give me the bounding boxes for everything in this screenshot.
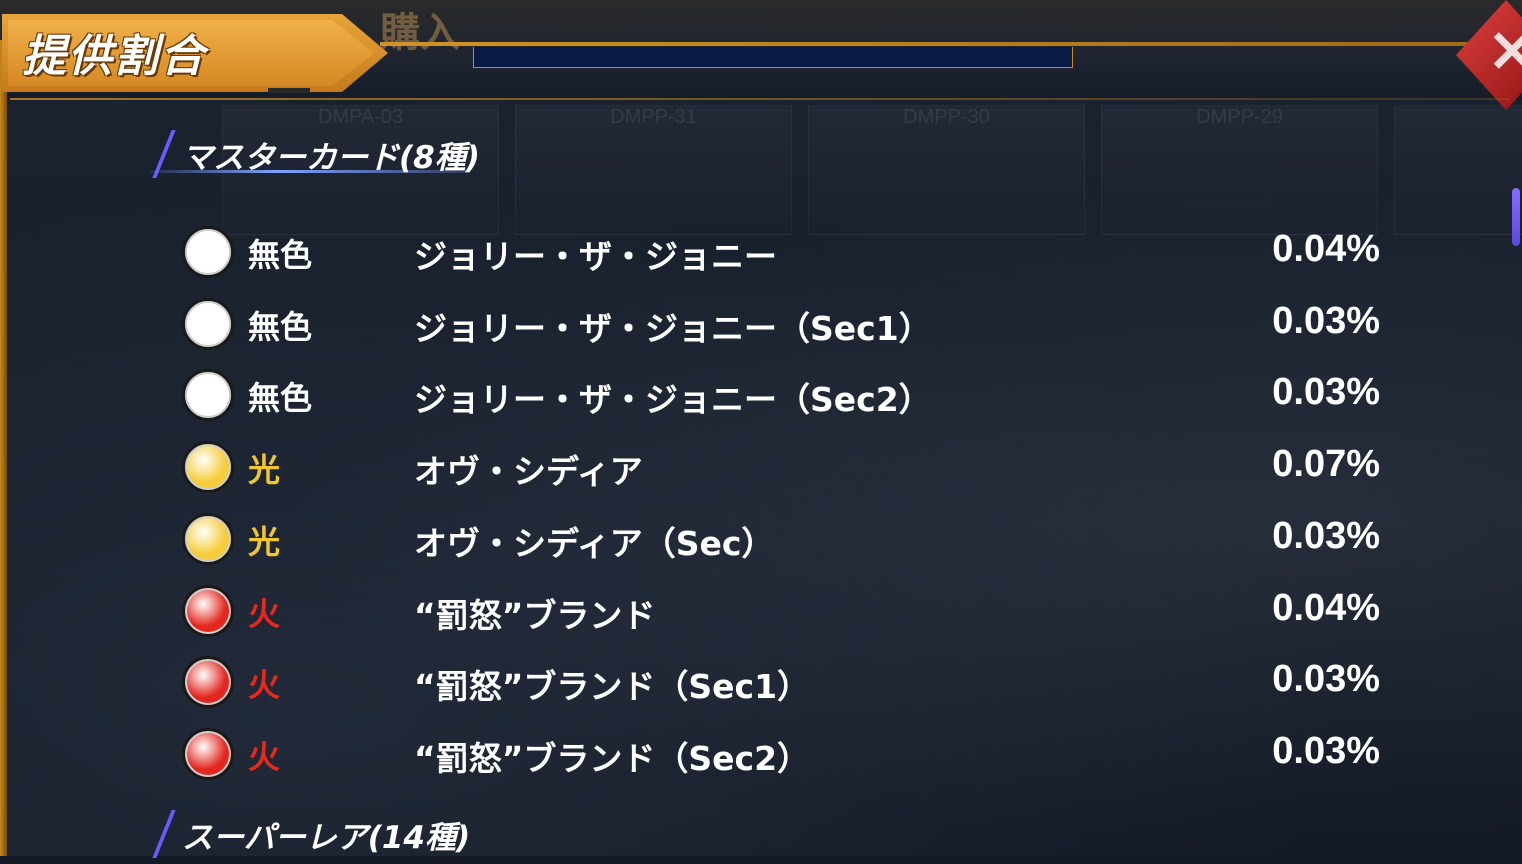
- drop-rate: 0.03%: [1272, 658, 1380, 701]
- rate-row: 光 オヴ・シディア 0.07%: [180, 437, 1400, 497]
- section-header-master: マスターカード(8種): [150, 128, 570, 184]
- section-title: スーパーレア(14種): [182, 820, 471, 856]
- drop-rate: 0.03%: [1272, 371, 1380, 414]
- civilization-label: 火: [248, 666, 281, 705]
- card-name: “罰怒”ブランド（Sec1）: [414, 667, 811, 707]
- background-box-label: DMPP-31: [610, 106, 697, 128]
- background-box: DMPP-29: [1101, 105, 1378, 235]
- fire-civilization-icon: [182, 727, 234, 780]
- civilization-label: 火: [248, 737, 281, 776]
- drop-rate: 0.03%: [1272, 514, 1380, 557]
- card-name: “罰怒”ブランド（Sec2）: [414, 738, 811, 778]
- civilization-label: 光: [248, 451, 281, 490]
- light-civilization-icon: [182, 441, 234, 494]
- colorless-civilization-icon: [182, 297, 234, 350]
- panel-frame-left: [0, 40, 7, 856]
- background-box: [1394, 105, 1522, 235]
- scrollbar-thumb[interactable]: [1512, 188, 1520, 246]
- section-slash-decoration: [152, 810, 176, 858]
- rate-row: 無色 ジョリー・ザ・ジョニー（Sec1） 0.03%: [180, 294, 1400, 354]
- civilization-label: 無色: [248, 307, 313, 346]
- panel-frame-top: [380, 42, 1470, 46]
- colorless-civilization-icon: [182, 369, 234, 422]
- rate-row: 火 “罰怒”ブランド（Sec1） 0.03%: [180, 652, 1400, 712]
- card-name: “罰怒”ブランド: [414, 595, 656, 635]
- fire-civilization-icon: [182, 584, 234, 637]
- civilization-label: 無色: [248, 379, 313, 418]
- header-divider: [10, 98, 1510, 100]
- rate-row: 火 “罰怒”ブランド 0.04%: [180, 581, 1400, 641]
- page-title: 提供割合: [22, 31, 206, 82]
- card-name: オヴ・シディア（Sec）: [414, 523, 775, 563]
- background-box-label: DMPP-29: [1196, 106, 1283, 128]
- rate-row: 無色 ジョリー・ザ・ジョニー 0.04%: [180, 222, 1400, 282]
- colorless-civilization-icon: [182, 226, 234, 278]
- card-name: ジョリー・ザ・ジョニー（Sec1）: [414, 308, 932, 348]
- background-box-label: DMPA-03: [317, 106, 404, 128]
- background-box-label: DMPP-30: [903, 106, 990, 128]
- drop-rate: 0.04%: [1272, 228, 1380, 270]
- fire-civilization-icon: [182, 656, 234, 709]
- drop-rate: 0.03%: [1272, 299, 1380, 342]
- section-title: マスターカード(8種): [182, 140, 480, 176]
- card-name: オヴ・シディア: [414, 452, 643, 492]
- background-box: DMPP-30: [808, 105, 1085, 235]
- drop-rate: 0.07%: [1272, 443, 1380, 486]
- panel-top-bar: [473, 47, 1073, 68]
- civilization-label: 光: [248, 522, 281, 561]
- drop-rate: 0.03%: [1272, 729, 1380, 772]
- card-name: ジョリー・ザ・ジョニー（Sec2）: [414, 380, 932, 420]
- card-name: ジョリー・ザ・ジョニー: [414, 237, 777, 276]
- title-decoration: [268, 88, 310, 93]
- civilization-label: 火: [248, 594, 281, 633]
- light-civilization-icon: [182, 512, 234, 565]
- close-icon: ×: [1486, 12, 1522, 85]
- civilization-label: 無色: [248, 236, 313, 274]
- rate-row: 無色 ジョリー・ザ・ジョニー（Sec2） 0.03%: [180, 365, 1400, 425]
- rate-row: 火 “罰怒”ブランド（Sec2） 0.03%: [180, 724, 1400, 784]
- background-purchase-label: 購入: [380, 10, 460, 56]
- drop-rate: 0.04%: [1272, 586, 1380, 629]
- rate-row: 光 オヴ・シディア（Sec） 0.03%: [180, 509, 1400, 569]
